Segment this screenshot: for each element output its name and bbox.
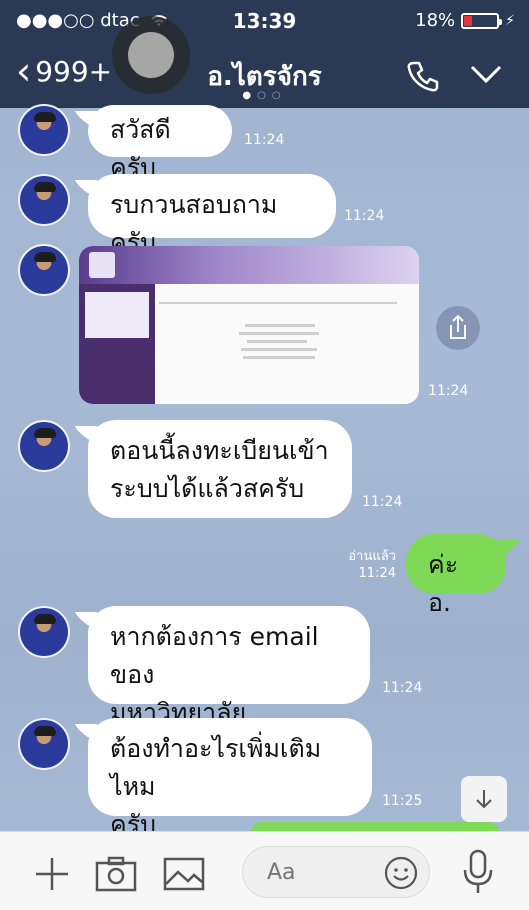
image-sidebar — [79, 284, 155, 404]
message-time: 11:25 — [382, 793, 423, 809]
message-input-bar — [0, 831, 529, 910]
chat-screen: ●●●○○ dtac 13:39 18% ⚡ ‹ 999+ อ.ไตรจักร … — [0, 0, 529, 910]
battery-icon — [461, 12, 503, 29]
message-text-line: ระบบได้แล้วสครับ — [110, 474, 305, 503]
message-time: 11:24 — [362, 494, 403, 510]
charging-icon: ⚡ — [505, 12, 515, 29]
message-text: สวัสดีครับ — [110, 115, 171, 182]
phone-icon[interactable] — [405, 58, 441, 94]
message-bubble[interactable]: รบกวนสอบถามครับ — [88, 174, 336, 257]
message-time: 11:24 — [344, 208, 385, 224]
message-text-line: ต้องทำอะไรเพิ่มเติมไหม — [110, 734, 322, 801]
emoji-icon[interactable] — [383, 855, 419, 891]
image-message[interactable] — [79, 246, 419, 404]
avatar[interactable] — [18, 174, 70, 226]
plus-icon[interactable] — [32, 854, 72, 894]
status-bar: ●●●○○ dtac 13:39 18% ⚡ — [0, 0, 529, 44]
read-label: อ่านแล้ว — [348, 549, 396, 564]
message-text-line: ตอนนี้ลงทะเบียนเข้า — [110, 436, 329, 465]
message-bubble[interactable]: ตอนนี้ลงทะเบียนเข้า ระบบได้แล้วสครับ — [88, 420, 352, 518]
message-time: 11:24 — [382, 680, 423, 696]
message-bubble[interactable]: ต้องทำอะไรเพิ่มเติมไหม ครับ — [88, 718, 372, 839]
share-button[interactable] — [436, 306, 480, 350]
message-input-container[interactable] — [242, 846, 430, 898]
chevron-down-icon[interactable] — [469, 62, 503, 86]
avatar[interactable] — [18, 244, 70, 296]
scroll-to-bottom-button[interactable] — [461, 776, 507, 822]
image-header — [79, 246, 419, 284]
read-receipt: อ่านแล้ว 11:24 — [330, 548, 396, 582]
message-bubble[interactable]: หากต้องการ email ของ มหาวิทยาลัย — [88, 606, 370, 727]
message-input[interactable] — [265, 859, 379, 886]
message-time: 11:24 — [244, 132, 285, 148]
chat-header: ‹ 999+ อ.ไตรจักร ●○○ — [0, 44, 529, 108]
message-bubble[interactable]: สวัสดีครับ — [88, 105, 232, 182]
message-time: 11:24 — [428, 383, 469, 399]
avatar[interactable] — [18, 420, 70, 472]
image-icon[interactable] — [162, 854, 206, 894]
share-icon — [450, 314, 466, 339]
page-indicator: ●○○ — [242, 90, 287, 101]
outgoing-message-bubble[interactable]: ค่ะ อ. — [406, 534, 506, 617]
avatar[interactable] — [18, 718, 70, 770]
microphone-icon[interactable] — [458, 848, 498, 896]
message-time: 11:24 — [358, 566, 396, 581]
avatar[interactable] — [18, 104, 70, 156]
arrow-down-icon — [476, 790, 492, 809]
image-content — [155, 284, 419, 404]
assistive-touch-icon[interactable] — [112, 16, 190, 94]
message-text: ค่ะ อ. — [428, 550, 459, 617]
battery-percent: 18% — [415, 10, 456, 31]
avatar[interactable] — [18, 606, 70, 658]
image-logo — [89, 252, 115, 278]
camera-icon[interactable] — [94, 854, 138, 894]
message-text-line: หากต้องการ email ของ — [110, 622, 319, 689]
battery-status: 18% ⚡ — [415, 10, 515, 31]
